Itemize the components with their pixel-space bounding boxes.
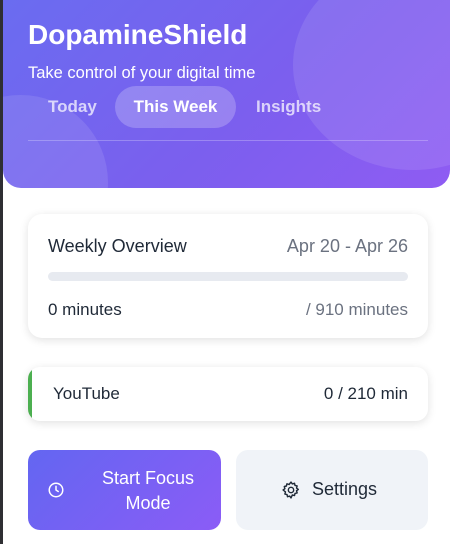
tab-this-week[interactable]: This Week bbox=[115, 86, 236, 128]
start-focus-mode-button[interactable]: Start Focus Mode bbox=[28, 450, 221, 530]
overview-date-range: Apr 20 - Apr 26 bbox=[286, 236, 408, 256]
header-divider bbox=[28, 140, 428, 141]
app-title: DopamineShield bbox=[28, 19, 248, 50]
site-limit-item-youtube[interactable]: YouTube 0 / 210 min bbox=[28, 367, 428, 421]
site-status-accent bbox=[28, 367, 32, 421]
gear-icon bbox=[282, 481, 300, 499]
app-header: DopamineShield Take control of your digi… bbox=[3, 0, 450, 188]
period-tabs: Today This Week Insights bbox=[3, 86, 450, 128]
total-minutes: / 910 minutes bbox=[305, 300, 408, 319]
settings-button[interactable]: Settings bbox=[236, 450, 428, 530]
decorative-circle bbox=[293, 0, 450, 170]
overview-title: Weekly Overview bbox=[48, 236, 187, 256]
tab-today[interactable]: Today bbox=[48, 86, 97, 128]
site-usage: 0 / 210 min bbox=[323, 384, 408, 403]
settings-label: Settings bbox=[312, 479, 378, 499]
used-minutes: 0 minutes bbox=[48, 300, 122, 319]
tab-insights[interactable]: Insights bbox=[256, 86, 321, 128]
weekly-overview-card: Weekly Overview Apr 20 - Apr 26 0 minute… bbox=[28, 214, 428, 338]
site-name: YouTube bbox=[53, 384, 120, 403]
app-tagline: Take control of your digital time bbox=[28, 64, 256, 82]
clock-icon bbox=[48, 482, 64, 498]
weekly-progress-bar bbox=[48, 272, 408, 281]
start-focus-mode-label: Start Focus Mode bbox=[101, 468, 195, 513]
